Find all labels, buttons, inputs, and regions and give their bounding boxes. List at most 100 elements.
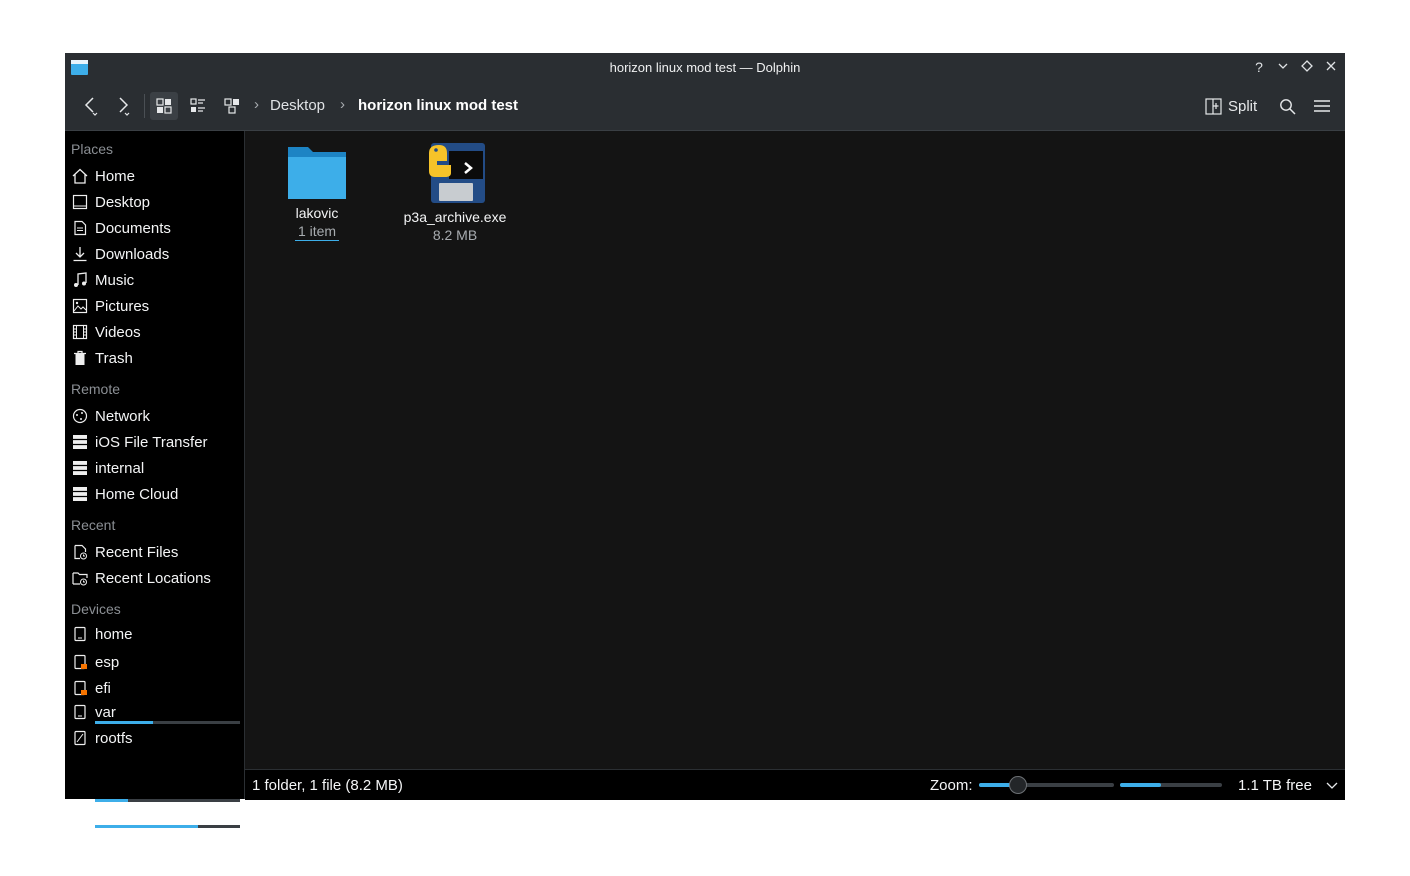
window-title: horizon linux mod test — Dolphin xyxy=(609,60,801,75)
breadcrumb-current-folder[interactable]: horizon linux mod test xyxy=(358,97,518,114)
file-meta: 8.2 MB xyxy=(432,227,478,243)
sidebar-item-label: internal xyxy=(95,459,145,477)
status-summary: 1 folder, 1 file (8.2 MB) xyxy=(252,777,403,794)
sidebar-item-network[interactable]: Network xyxy=(71,404,241,428)
sidebar-item-device-var[interactable]: var xyxy=(71,700,241,724)
help-button[interactable]: ? xyxy=(1249,57,1269,77)
file-item-executable[interactable]: p3a_archive.exe 8.2 MB xyxy=(395,141,515,243)
trash-icon xyxy=(71,349,89,367)
disk-icon xyxy=(71,703,89,721)
free-space-button[interactable]: 1.1 TB free xyxy=(1238,777,1338,794)
split-button[interactable]: Split xyxy=(1205,92,1257,120)
zoom-slider-handle[interactable] xyxy=(1008,776,1027,794)
sidebar-item-label: rootfs xyxy=(95,729,133,747)
chevron-down-icon xyxy=(1326,782,1338,789)
drive-icon xyxy=(71,459,89,477)
sidebar-item-desktop[interactable]: Desktop xyxy=(71,190,241,214)
home-icon xyxy=(71,167,89,185)
title-bar: horizon linux mod test — Dolphin ? xyxy=(65,53,1345,82)
file-item-folder[interactable]: lakovic 1 item xyxy=(257,141,377,241)
file-view[interactable]: lakovic 1 item p3a_archive.exe 8.2 MB xyxy=(245,131,1345,769)
back-button[interactable] xyxy=(77,92,105,120)
menu-icon xyxy=(1314,100,1330,112)
breadcrumb-separator-icon: › xyxy=(340,96,345,113)
breadcrumb-desktop[interactable]: Desktop xyxy=(270,97,325,114)
sidebar-item-label: efi xyxy=(95,679,111,697)
sidebar-item-label: Trash xyxy=(95,349,133,367)
sidebar-item-label: Videos xyxy=(95,323,141,341)
sidebar-item-device-efi[interactable]: efi xyxy=(71,676,241,700)
search-icon xyxy=(1279,98,1296,115)
places-header: Places xyxy=(71,141,114,157)
places-panel: Places Home Desktop Documents Downloads … xyxy=(65,131,244,828)
zoom-label: Zoom: xyxy=(930,777,973,794)
compact-view-button[interactable] xyxy=(184,92,212,120)
folder-icon xyxy=(288,147,346,199)
sidebar-item-label: Desktop xyxy=(95,193,151,211)
downloads-icon xyxy=(71,245,89,263)
sidebar-item-documents[interactable]: Documents xyxy=(71,216,241,240)
file-meta: 1 item xyxy=(294,223,340,241)
pictures-icon xyxy=(71,297,89,315)
sidebar-item-label: var xyxy=(95,703,116,721)
documents-icon xyxy=(71,219,89,237)
rootfs-usage-bar xyxy=(95,825,240,828)
toolbar: › Desktop › horizon linux mod test Split xyxy=(65,82,1345,131)
zoom-slider[interactable] xyxy=(979,776,1114,794)
status-bar: 1 folder, 1 file (8.2 MB) Zoom: 1.1 TB f… xyxy=(245,769,1345,800)
locked-disk-icon xyxy=(71,679,89,697)
minimize-button[interactable] xyxy=(1273,57,1293,77)
sidebar-item-label: esp xyxy=(95,653,120,671)
sidebar-item-label: Home xyxy=(95,167,136,185)
toolbar-separator xyxy=(144,94,145,118)
split-view-icon xyxy=(1205,97,1222,115)
remote-header: Remote xyxy=(71,381,121,397)
desktop-icon xyxy=(71,193,89,211)
sidebar-item-home[interactable]: Home xyxy=(71,164,241,188)
dolphin-window: horizon linux mod test — Dolphin ? › Des… xyxy=(65,53,1345,828)
space-used-fill xyxy=(1120,783,1161,787)
sidebar-item-recent-files[interactable]: Recent Files xyxy=(71,540,241,564)
network-icon xyxy=(71,407,89,425)
rootfs-disk-icon xyxy=(71,729,89,747)
videos-icon xyxy=(71,323,89,341)
sidebar-item-label: Recent Files xyxy=(95,543,179,561)
free-space-label: 1.1 TB free xyxy=(1238,777,1312,794)
breadcrumb-separator-icon: › xyxy=(254,96,259,113)
icons-view-button[interactable] xyxy=(150,92,178,120)
sidebar-item-home-cloud[interactable]: Home Cloud xyxy=(71,482,241,506)
sidebar-item-label: Downloads xyxy=(95,245,170,263)
forward-button[interactable] xyxy=(109,92,137,120)
details-view-button[interactable] xyxy=(218,92,246,120)
sidebar-item-pictures[interactable]: Pictures xyxy=(71,294,241,318)
sidebar-item-label: Network xyxy=(95,407,151,425)
sidebar-item-internal[interactable]: internal xyxy=(71,456,241,480)
hamburger-menu-button[interactable] xyxy=(1308,92,1336,120)
sidebar-item-ios-file-transfer[interactable]: iOS File Transfer xyxy=(71,430,241,454)
sidebar-item-recent-locations[interactable]: Recent Locations xyxy=(71,566,241,590)
var-usage-bar xyxy=(95,799,240,802)
file-name: p3a_archive.exe xyxy=(403,209,507,225)
space-info-bar[interactable] xyxy=(1120,783,1222,787)
search-button[interactable] xyxy=(1273,92,1301,120)
sidebar-item-videos[interactable]: Videos xyxy=(71,320,241,344)
recent-locations-icon xyxy=(71,569,89,587)
devices-header: Devices xyxy=(71,601,121,617)
sidebar-item-downloads[interactable]: Downloads xyxy=(71,242,241,266)
recent-header: Recent xyxy=(71,517,116,533)
sidebar-item-label: Recent Locations xyxy=(95,569,211,587)
maximize-button[interactable] xyxy=(1297,57,1317,77)
sidebar-item-label: home xyxy=(95,625,133,643)
sidebar-item-trash[interactable]: Trash xyxy=(71,346,241,370)
sidebar-item-device-esp[interactable]: esp xyxy=(71,650,241,674)
sidebar-item-music[interactable]: Music xyxy=(71,268,241,292)
sidebar-item-label: iOS File Transfer xyxy=(95,433,208,451)
music-icon xyxy=(71,271,89,289)
locked-disk-icon xyxy=(71,653,89,671)
drive-icon xyxy=(71,485,89,503)
python-executable-icon xyxy=(429,143,485,203)
close-button[interactable] xyxy=(1321,57,1341,77)
sidebar-item-device-rootfs[interactable]: rootfs xyxy=(71,726,241,750)
sidebar-item-label: Home Cloud xyxy=(95,485,179,503)
sidebar-item-device-home[interactable]: home xyxy=(71,622,241,646)
